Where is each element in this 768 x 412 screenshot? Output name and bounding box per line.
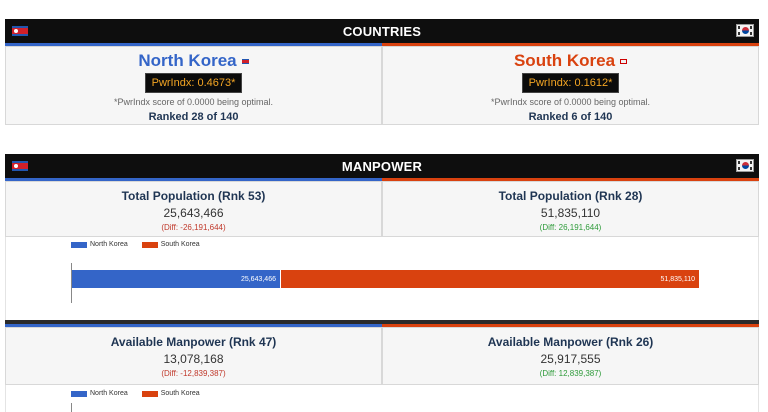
south-korea-name[interactable]: South Korea	[514, 51, 628, 71]
total-population-chart: North Korea South Korea 25,643,466 51,83…	[5, 237, 759, 320]
south-korea-panel: South Korea PwrIndx: 0.1612* *PwrIndx sc…	[382, 46, 759, 125]
south-korea-pwrindx-note: *PwrIndx score of 0.0000 being optimal.	[490, 97, 651, 107]
chart-axis	[71, 403, 72, 412]
bar-north-korea[interactable]: 25,643,466	[72, 270, 280, 288]
south-available-manpower-title: Available Manpower (Rnk 26)	[487, 335, 654, 349]
north-total-population-diff: (Diff: -26,191,644)	[161, 223, 226, 232]
south-korea-pwrindx: PwrIndx: 0.1612*	[521, 73, 620, 93]
bar-south-korea[interactable]: 51,835,110	[281, 270, 699, 288]
south-available-manpower-value: 25,917,555	[540, 352, 601, 366]
south-korea-flag-icon	[736, 159, 754, 172]
north-available-manpower-diff: (Diff: -12,839,387)	[161, 369, 226, 378]
south-available-manpower-panel: Available Manpower (Rnk 26) 25,917,555 (…	[382, 327, 759, 385]
available-manpower-legend: North Korea South Korea	[71, 390, 210, 397]
south-korea-flag-icon	[736, 24, 754, 37]
south-total-population-title: Total Population (Rnk 28)	[498, 189, 643, 203]
north-korea-flag-icon	[12, 161, 28, 171]
north-total-population-value: 25,643,466	[163, 206, 224, 220]
north-korea-panel: North Korea PwrIndx: 0.4673* *PwrIndx sc…	[5, 46, 382, 125]
available-manpower-chart: North Korea South Korea	[5, 385, 759, 412]
north-korea-flag-icon	[12, 26, 28, 36]
legend-item-south[interactable]: South Korea	[141, 390, 200, 397]
north-total-population-title: Total Population (Rnk 53)	[121, 189, 266, 203]
manpower-title: MANPOWER	[341, 158, 423, 174]
south-total-population-panel: Total Population (Rnk 28) 51,835,110 (Di…	[382, 181, 759, 237]
south-total-population-diff: (Diff: 26,191,644)	[539, 223, 602, 232]
north-korea-rank: Ranked 28 of 140	[148, 111, 239, 123]
legend-item-south[interactable]: South Korea	[141, 241, 200, 248]
north-korea-name[interactable]: North Korea	[138, 51, 249, 71]
north-korea-pwrindx-note: *PwrIndx score of 0.0000 being optimal.	[113, 97, 274, 107]
north-available-manpower-title: Available Manpower (Rnk 47)	[110, 335, 277, 349]
north-available-manpower-value: 13,078,168	[163, 352, 224, 366]
north-korea-pwrindx: PwrIndx: 0.4673*	[144, 73, 243, 93]
legend-item-north[interactable]: North Korea	[71, 241, 128, 248]
north-available-manpower-panel: Available Manpower (Rnk 47) 13,078,168 (…	[5, 327, 382, 385]
countries-title: COUNTRIES	[342, 23, 422, 39]
bar-north-label: 25,643,466	[240, 275, 276, 283]
manpower-header: MANPOWER	[5, 154, 759, 178]
north-total-population-panel: Total Population (Rnk 53) 25,643,466 (Di…	[5, 181, 382, 237]
south-available-manpower-diff: (Diff: 12,839,387)	[539, 369, 602, 378]
total-population-legend: North Korea South Korea	[71, 241, 210, 248]
south-korea-mini-flag-icon	[620, 58, 628, 64]
north-korea-mini-flag-icon	[241, 58, 249, 64]
countries-header: COUNTRIES	[5, 19, 759, 43]
south-korea-rank: Ranked 6 of 140	[528, 111, 613, 123]
south-total-population-value: 51,835,110	[540, 206, 601, 220]
legend-item-north[interactable]: North Korea	[71, 390, 128, 397]
bar-south-label: 51,835,110	[660, 275, 695, 283]
